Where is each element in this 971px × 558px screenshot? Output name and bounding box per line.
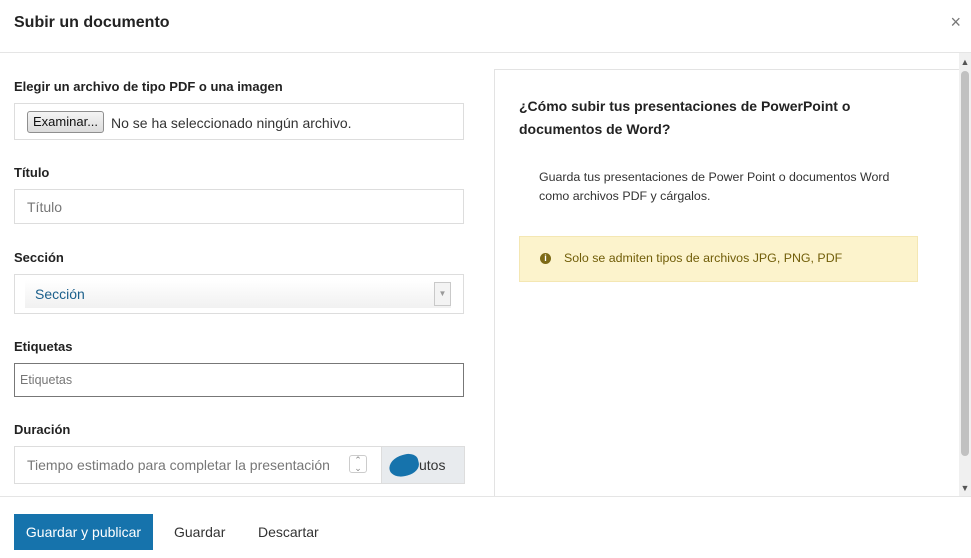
chevron-down-icon[interactable]: ▼ <box>434 282 451 306</box>
scroll-up-icon[interactable]: ▲ <box>959 55 971 69</box>
discard-button[interactable]: Descartar <box>258 524 319 540</box>
file-upload-field[interactable]: Examinar... No se ha seleccionado ningún… <box>14 103 464 140</box>
save-and-publish-button[interactable]: Guardar y publicar <box>14 514 153 550</box>
modal-title: Subir un documento <box>14 14 170 31</box>
duration-placeholder: Tiempo estimado para completar la presen… <box>27 457 330 473</box>
help-panel: ¿Cómo subir tus presentaciones de PowerP… <box>494 69 959 496</box>
title-placeholder: Título <box>27 199 63 215</box>
duration-stepper[interactable]: ⌃ ⌄ <box>349 455 367 473</box>
section-select[interactable]: Sección ▼ <box>14 274 464 314</box>
alert-text: Solo se admiten tipos de archivos JPG, P… <box>564 251 843 265</box>
close-icon[interactable]: × <box>950 12 961 32</box>
file-type-alert: i Solo se admiten tipos de archivos JPG,… <box>519 236 918 282</box>
tags-placeholder: Etiquetas <box>20 373 73 387</box>
vertical-scrollbar[interactable]: ▲ ▼ <box>959 53 971 496</box>
section-label: Sección <box>14 250 64 265</box>
tags-label: Etiquetas <box>14 339 73 354</box>
title-input[interactable]: Título <box>14 189 464 224</box>
duration-label: Duración <box>14 422 71 437</box>
section-selected-value: Sección <box>35 286 85 302</box>
section-select-display[interactable]: Sección ▼ <box>25 280 451 308</box>
save-button[interactable]: Guardar <box>174 524 225 540</box>
tags-input[interactable]: Etiquetas <box>14 363 464 397</box>
upload-document-modal: Subir un documento × Elegir un archivo d… <box>0 0 971 558</box>
modal-footer: Guardar y publicar Guardar Descartar <box>0 496 971 558</box>
title-label: Título <box>14 165 50 180</box>
help-text: Guarda tus presentaciones de Power Point… <box>539 170 890 203</box>
file-status-text: No se ha seleccionado ningún archivo. <box>111 115 352 131</box>
info-icon: i <box>540 253 551 264</box>
file-label: Elegir un archivo de tipo PDF o una imag… <box>14 79 283 94</box>
duration-input[interactable]: Tiempo estimado para completar la presen… <box>14 446 382 484</box>
browse-button[interactable]: Examinar... <box>27 111 105 133</box>
duration-unit-text: utos <box>419 457 446 473</box>
scroll-down-icon[interactable]: ▼ <box>959 481 971 495</box>
scrollbar-thumb[interactable] <box>961 71 969 456</box>
duration-unit-addon: utos <box>381 446 465 484</box>
cursor-highlight-icon <box>386 451 422 480</box>
modal-header: Subir un documento × <box>0 0 971 53</box>
modal-body: Elegir un archivo de tipo PDF o una imag… <box>0 53 959 496</box>
help-title: ¿Cómo subir tus presentaciones de PowerP… <box>519 98 851 137</box>
